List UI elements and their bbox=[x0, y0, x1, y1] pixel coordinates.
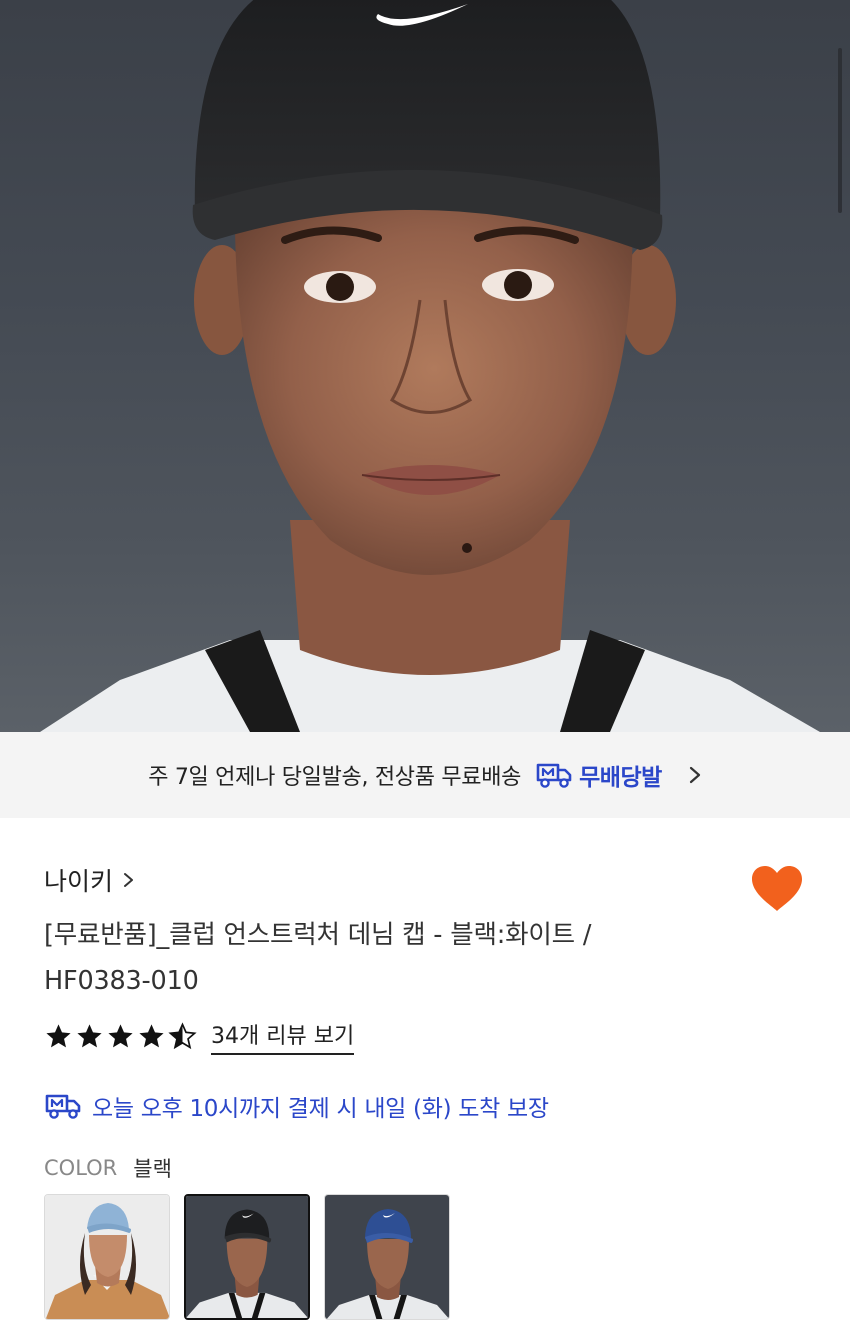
color-swatch-light-blue[interactable] bbox=[44, 1194, 170, 1320]
truck-icon bbox=[45, 1094, 81, 1119]
brand-name: 나이키 bbox=[44, 867, 114, 896]
free-shipping-badge-label: 무배당발 bbox=[579, 765, 662, 791]
star-full-icon bbox=[108, 1023, 133, 1047]
star-rating bbox=[44, 1021, 197, 1051]
star-full-icon bbox=[139, 1023, 164, 1047]
product-info: 나이키 [무료반품]_클럽 언스트럭처 데님 캡 - 블랙:화이트 / HF03… bbox=[44, 858, 824, 1320]
truck-icon bbox=[536, 763, 572, 788]
free-shipping-badge: 무배당발 bbox=[535, 758, 662, 792]
delivery-notice: 오늘 오후 10시까지 결제 시 내일 (화) 도착 보장 bbox=[92, 1096, 549, 1122]
wishlist-heart-icon[interactable] bbox=[750, 864, 804, 914]
star-half-icon bbox=[168, 1021, 197, 1049]
color-label: COLOR bbox=[44, 1156, 118, 1180]
star-full-icon bbox=[46, 1023, 71, 1047]
swatch-thumbnail bbox=[45, 1195, 169, 1319]
model-photo bbox=[40, 0, 820, 732]
chevron-right-icon bbox=[124, 873, 134, 887]
swatch-thumbnail bbox=[186, 1196, 308, 1318]
color-swatch-black[interactable] bbox=[184, 1194, 310, 1320]
star-full-icon bbox=[77, 1023, 102, 1047]
product-hero-image[interactable] bbox=[0, 0, 850, 732]
scrollbar[interactable] bbox=[838, 48, 842, 213]
color-row: COLOR 블랙 bbox=[44, 1152, 172, 1184]
rating-row: 34개 리뷰 보기 bbox=[44, 1016, 355, 1056]
swatch-thumbnail bbox=[325, 1195, 449, 1319]
shipping-banner-text: 주 7일 언제나 당일발송, 전상품 무료배송 bbox=[148, 765, 522, 790]
color-value: 블랙 bbox=[133, 1157, 172, 1181]
color-swatch-navy[interactable] bbox=[324, 1194, 450, 1320]
delivery-guarantee: 오늘 오후 10시까지 결제 시 내일 (화) 도착 보장 bbox=[44, 1086, 549, 1126]
color-swatches bbox=[44, 1194, 450, 1320]
shipping-banner[interactable]: 주 7일 언제나 당일발송, 전상품 무료배송 무배당발 bbox=[0, 732, 850, 818]
brand-link[interactable]: 나이키 bbox=[44, 858, 824, 902]
chevron-right-icon bbox=[689, 766, 700, 784]
review-link[interactable]: 34개 리뷰 보기 bbox=[211, 1018, 355, 1055]
product-title: [무료반품]_클럽 언스트럭처 데님 캡 - 블랙:화이트 / HF0383-0… bbox=[44, 920, 592, 996]
